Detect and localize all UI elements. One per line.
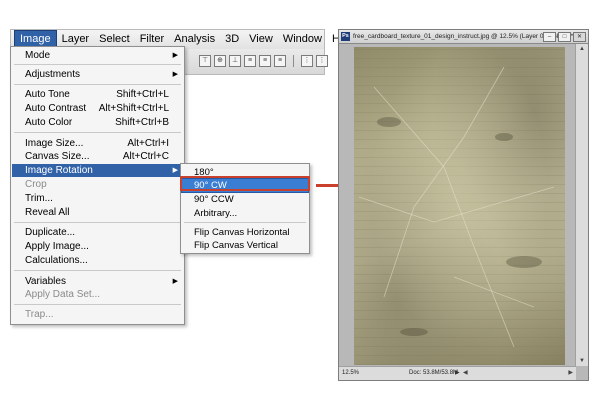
submenu-item-90-ccw[interactable]: 90° CCW — [182, 193, 308, 206]
distribute-left-icon[interactable]: ⋮ — [301, 55, 313, 67]
menu-3d[interactable]: 3D — [220, 31, 244, 48]
menu-item-auto-tone[interactable]: Auto Tone Shift+Ctrl+L — [12, 88, 183, 101]
submenu-arrow-icon: ▶ — [172, 71, 178, 78]
menu-item-adjustments[interactable]: Adjustments ▶ — [12, 68, 183, 81]
menu-separator — [14, 84, 181, 85]
minimize-icon[interactable]: – — [543, 32, 556, 42]
distribute-top-icon[interactable]: ≡ — [244, 55, 256, 67]
align-top-icon[interactable]: ⊤ — [199, 55, 211, 67]
document-window: Ps free_cardboard_texture_01_design_inst… — [338, 29, 589, 381]
highlight-callout-box — [180, 176, 310, 191]
document-titlebar[interactable]: Ps free_cardboard_texture_01_design_inst… — [339, 30, 588, 44]
distribute-bottom-icon[interactable]: ≡ — [274, 55, 286, 67]
menu-item-variables[interactable]: Variables ▶ — [12, 275, 183, 288]
status-bar: 12.5% Doc: 53.8M/53.8M ▶ ◀ ▶ — [339, 366, 576, 380]
menu-item-image-size[interactable]: Image Size... Alt+Ctrl+I — [12, 137, 183, 150]
submenu-arrow-icon: ▶ — [172, 278, 178, 285]
status-menu-arrow-icon[interactable]: ▶ — [455, 367, 460, 380]
menu-separator — [184, 222, 306, 223]
scroll-left-icon[interactable]: ◀ — [463, 367, 468, 380]
submenu-item-flip-horizontal[interactable]: Flip Canvas Horizontal — [182, 226, 308, 239]
submenu-arrow-icon: ▶ — [172, 167, 178, 174]
document-title: free_cardboard_texture_01_design_instruc… — [353, 33, 574, 40]
align-middle-icon[interactable]: ⊕ — [214, 55, 226, 67]
photoshop-logo-icon: Ps — [341, 32, 350, 41]
align-tools: ⊤ ⊕ ⊥ ≡ ≡ ≡ ⋮ ⋮ — [199, 55, 328, 67]
toolbar-divider — [293, 55, 294, 67]
menu-item-apply-data-set[interactable]: Apply Data Set... — [12, 288, 183, 301]
submenu-arrow-icon: ▶ — [172, 52, 178, 59]
menu-separator — [14, 222, 181, 223]
scroll-right-icon[interactable]: ▶ — [568, 367, 573, 380]
zoom-level[interactable]: 12.5% — [342, 367, 359, 380]
menu-item-duplicate[interactable]: Duplicate... — [12, 226, 183, 239]
menu-item-reveal-all[interactable]: Reveal All — [12, 206, 183, 219]
menu-item-auto-contrast[interactable]: Auto Contrast Alt+Shift+Ctrl+L — [12, 102, 183, 115]
menu-item-calculations[interactable]: Calculations... — [12, 254, 183, 267]
menu-separator — [14, 132, 181, 133]
menu-separator — [14, 64, 181, 65]
image-menu-dropdown: Mode ▶ Adjustments ▶ Auto Tone Shift+Ctrl+L… — [10, 46, 185, 325]
menu-separator — [14, 304, 181, 305]
menu-item-mode[interactable]: Mode ▶ — [12, 49, 183, 62]
maximize-icon[interactable]: □ — [558, 32, 571, 42]
cardboard-texture-image — [358, 66, 555, 348]
document-size-info: Doc: 53.8M/53.8M — [409, 370, 459, 376]
vertical-scrollbar[interactable]: ▲ ▼ — [575, 44, 588, 366]
window-controls: – □ ✕ — [543, 32, 586, 42]
menu-item-trap[interactable]: Trap... — [12, 308, 183, 321]
menu-item-crop[interactable]: Crop — [12, 178, 183, 191]
submenu-item-arbitrary[interactable]: Arbitrary... — [182, 207, 308, 220]
scroll-up-icon[interactable]: ▲ — [579, 46, 585, 52]
close-icon[interactable]: ✕ — [573, 32, 586, 42]
distribute-middle-icon[interactable]: ≡ — [259, 55, 271, 67]
align-bottom-icon[interactable]: ⊥ — [229, 55, 241, 67]
image-canvas[interactable] — [354, 47, 565, 365]
menu-item-canvas-size[interactable]: Canvas Size... Alt+Ctrl+C — [12, 150, 183, 163]
menu-window[interactable]: Window — [278, 31, 327, 48]
submenu-item-flip-vertical[interactable]: Flip Canvas Vertical — [182, 239, 308, 252]
distribute-center-icon[interactable]: ⋮ — [316, 55, 328, 67]
menu-item-apply-image[interactable]: Apply Image... — [12, 240, 183, 253]
menu-item-trim[interactable]: Trim... — [12, 192, 183, 205]
menu-item-image-rotation[interactable]: Image Rotation ▶ — [12, 164, 183, 177]
menu-separator — [14, 270, 181, 271]
menu-view[interactable]: View — [244, 31, 278, 48]
scroll-down-icon[interactable]: ▼ — [579, 358, 585, 364]
menu-item-auto-color[interactable]: Auto Color Shift+Ctrl+B — [12, 116, 183, 129]
